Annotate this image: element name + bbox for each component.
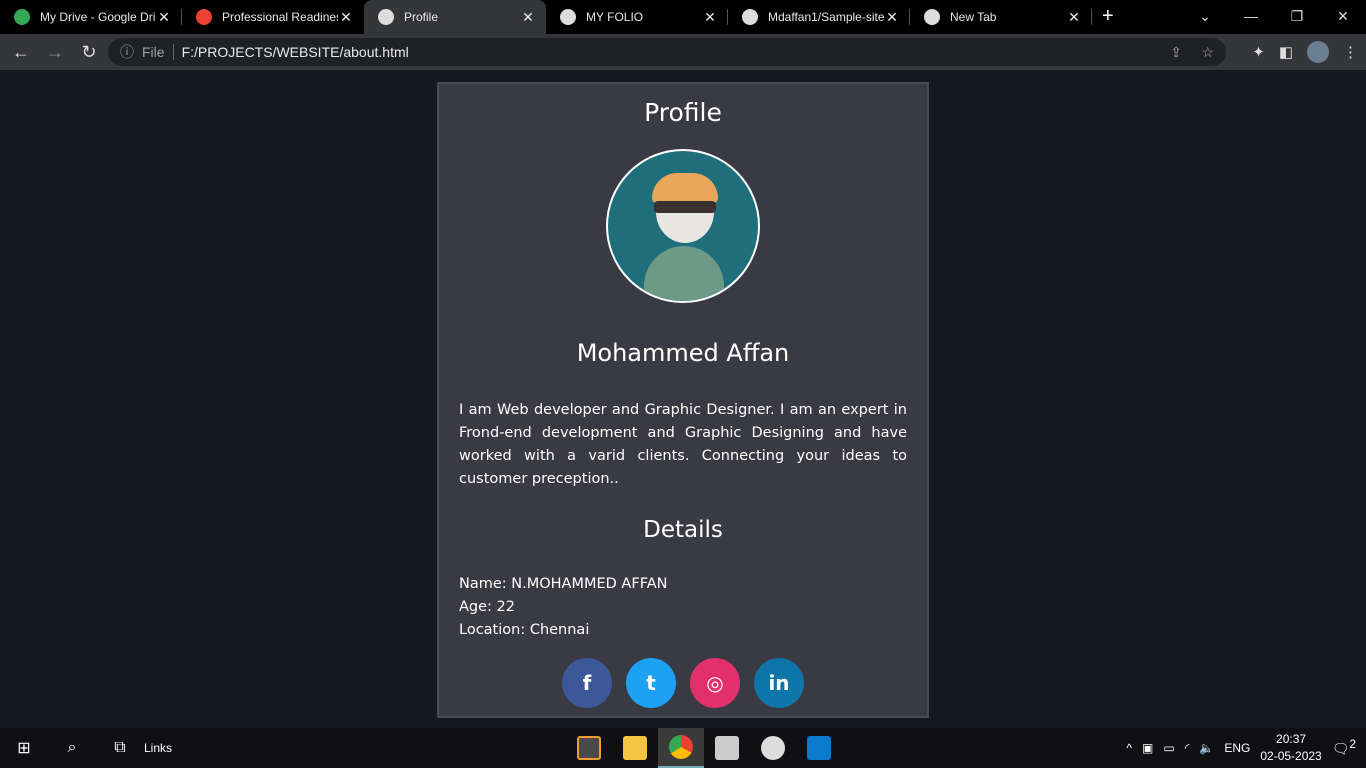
close-tab-icon[interactable]: ✕	[338, 9, 354, 26]
facebook-icon[interactable]: f	[562, 658, 612, 708]
close-tab-icon[interactable]: ✕	[520, 9, 536, 26]
tab-0[interactable]: My Drive - Google Dri ✕	[0, 0, 182, 34]
bookmark-star-icon[interactable]: ☆	[1201, 44, 1214, 61]
clock[interactable]: 20:37 02-05-2023	[1260, 731, 1321, 765]
tab-strip: My Drive - Google Dri ✕ Professional Readi…	[0, 0, 1366, 34]
details-list: Name: N.MOHAMMED AFFAN Age: 22 Location:…	[459, 573, 907, 642]
tab-title: My Drive - Google Dri	[40, 10, 156, 24]
tab-search-icon[interactable]: ⌄	[1182, 0, 1228, 32]
profile-bio: I am Web developer and Graphic Designer.…	[459, 402, 907, 487]
tab-favicon-icon	[560, 9, 576, 25]
notifications-icon[interactable]: 🗨2	[1332, 738, 1356, 758]
language-indicator[interactable]: ENG	[1224, 741, 1250, 755]
tab-title: Professional Readiness	[222, 10, 338, 24]
menu-icon[interactable]: ⋮	[1343, 43, 1358, 61]
start-button[interactable]: ⊞	[0, 728, 48, 768]
sublime-text-app[interactable]	[566, 728, 612, 768]
meet-now-icon[interactable]: ▣	[1142, 741, 1153, 755]
tab-5[interactable]: New Tab ✕	[910, 0, 1092, 34]
paint-app[interactable]	[750, 728, 796, 768]
chrome-app[interactable]	[658, 728, 704, 768]
url-text[interactable]: F:/PROJECTS/WEBSITE/about.html	[182, 44, 409, 60]
tab-2[interactable]: Profile ✕	[364, 0, 546, 34]
date: 02-05-2023	[1260, 749, 1322, 763]
vscode-app[interactable]	[796, 728, 842, 768]
tab-favicon-icon	[924, 9, 940, 25]
notification-count: 2	[1349, 738, 1356, 752]
side-panel-icon[interactable]: ◧	[1279, 43, 1293, 61]
profile-card: Profile Mohammed Affan I am Web develope…	[437, 82, 929, 718]
tab-favicon-icon	[742, 9, 758, 25]
close-tab-icon[interactable]: ✕	[1066, 9, 1082, 26]
detail-age: Age: 22	[459, 599, 515, 615]
show-hidden-icons[interactable]: ^	[1126, 741, 1132, 755]
detail-name: Name: N.MOHAMMED AFFAN	[459, 576, 668, 592]
tab-1[interactable]: Professional Readiness ✕	[182, 0, 364, 34]
instagram-icon[interactable]: ◎	[690, 658, 740, 708]
reload-button[interactable]: ↻	[72, 42, 106, 63]
tab-4[interactable]: Mdaffan1/Sample-site ✕	[728, 0, 910, 34]
close-tab-icon[interactable]: ✕	[884, 9, 900, 26]
address-bar[interactable]: ⓘ File F:/PROJECTS/WEBSITE/about.html ⇪ …	[108, 38, 1226, 66]
back-button[interactable]: ←	[4, 42, 38, 63]
tab-title: MY FOLIO	[586, 10, 644, 24]
search-icon[interactable]: ⌕	[48, 728, 96, 768]
time: 20:37	[1276, 732, 1307, 746]
task-view-icon[interactable]: ⧉	[96, 728, 144, 768]
info-icon[interactable]: ⓘ	[120, 42, 134, 62]
tab-favicon-icon	[14, 9, 30, 25]
tab-title: New Tab	[950, 10, 997, 24]
profile-name: Mohammed Affan	[576, 339, 790, 367]
taskbar: ⊞ ⌕ ⧉ Links ^ ▣ ▭ ◜ 🔈 ENG 20:37 02-05-202…	[0, 728, 1366, 768]
file-explorer-app[interactable]	[612, 728, 658, 768]
share-icon[interactable]: ⇪	[1170, 44, 1182, 61]
tab-favicon-icon	[196, 9, 212, 25]
wifi-icon[interactable]: ◜	[1185, 741, 1190, 755]
forward-button[interactable]: →	[38, 42, 72, 63]
close-tab-icon[interactable]: ✕	[156, 9, 172, 26]
social-links: f t ◎ in	[439, 658, 927, 708]
tab-title: Mdaffan1/Sample-site	[768, 10, 884, 24]
extensions-icon[interactable]: ✦	[1252, 43, 1265, 61]
browser-toolbar: ← → ↻ ⓘ File F:/PROJECTS/WEBSITE/about.h…	[0, 34, 1366, 70]
profile-picture	[606, 149, 760, 303]
tab-title: Profile	[404, 10, 439, 24]
details-heading: Details	[643, 517, 723, 543]
close-tab-icon[interactable]: ✕	[702, 9, 718, 26]
minimize-button[interactable]: —	[1228, 0, 1274, 32]
profile-avatar[interactable]	[1307, 41, 1329, 63]
tab-3[interactable]: MY FOLIO ✕	[546, 0, 728, 34]
restore-button[interactable]: ❐	[1274, 0, 1320, 32]
volume-icon[interactable]: 🔈	[1199, 741, 1214, 755]
close-window-button[interactable]: ✕	[1320, 0, 1366, 32]
battery-icon[interactable]: ▭	[1163, 741, 1174, 755]
address-prefix: File	[142, 44, 174, 60]
linkedin-icon[interactable]: in	[754, 658, 804, 708]
new-tab-button[interactable]: +	[1102, 0, 1114, 34]
scanner-app[interactable]	[704, 728, 750, 768]
detail-location: Location: Chennai	[459, 622, 590, 638]
page-title: Profile	[644, 98, 722, 127]
twitter-icon[interactable]: t	[626, 658, 676, 708]
tab-favicon-icon	[378, 9, 394, 25]
links-toolbar[interactable]: Links	[144, 741, 172, 755]
